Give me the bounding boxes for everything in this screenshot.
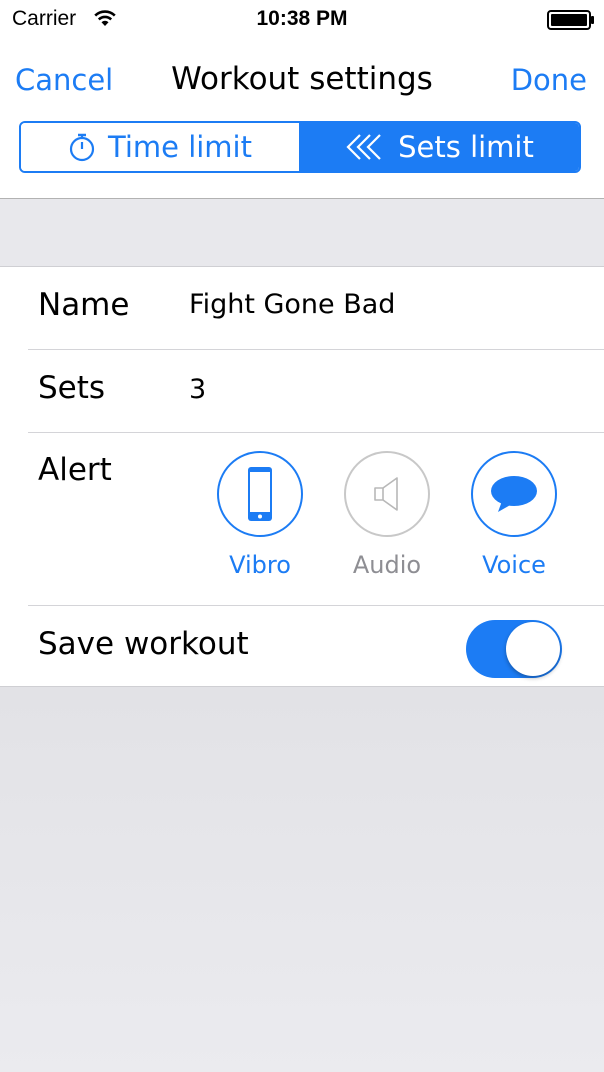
status-bar: Carrier 10:38 PM [0,0,604,40]
empty-background [0,687,604,1072]
settings-table: Name Fight Gone Bad Sets 3 Alert Vibro A… [0,266,604,687]
alert-label: Alert [38,452,112,488]
voice-alert-option[interactable]: Voice [464,451,564,579]
limit-mode-segmented-control: Time limit Sets limit [19,121,581,173]
name-label: Name [38,287,130,323]
chevrons-left-icon [346,134,381,160]
vibro-label: Vibro [229,551,291,579]
section-spacer [0,199,604,266]
name-field[interactable]: Fight Gone Bad [189,289,395,320]
switch-knob [506,622,560,676]
voice-label: Voice [482,551,546,579]
sets-limit-label: Sets limit [398,130,534,164]
sets-label: Sets [38,370,106,406]
alert-row: Alert Vibro Audio Voice [0,433,604,605]
done-button[interactable]: Done [511,62,587,98]
stopwatch-icon [69,133,95,162]
navigation-bar: Cancel Workout settings Done [0,40,604,120]
speech-bubble-icon [491,476,537,512]
time-limit-label: Time limit [108,130,252,164]
status-time: 10:38 PM [256,7,348,30]
vibro-alert-option[interactable]: Vibro [210,451,310,579]
voice-toggle[interactable] [471,451,557,537]
audio-alert-option[interactable]: Audio [337,451,437,579]
name-row[interactable]: Name Fight Gone Bad [0,267,604,349]
vibro-toggle[interactable] [217,451,303,537]
battery-full-icon [547,10,594,30]
save-workout-switch[interactable] [466,620,562,678]
sets-limit-segment[interactable]: Sets limit [301,123,579,171]
sets-field[interactable]: 3 [189,374,206,405]
phone-icon [248,467,272,521]
save-workout-label: Save workout [38,626,249,662]
time-limit-segment[interactable]: Time limit [21,123,301,171]
audio-toggle[interactable] [344,451,430,537]
speaker-icon [374,477,398,511]
sets-row[interactable]: Sets 3 [0,350,604,432]
audio-label: Audio [352,551,422,579]
